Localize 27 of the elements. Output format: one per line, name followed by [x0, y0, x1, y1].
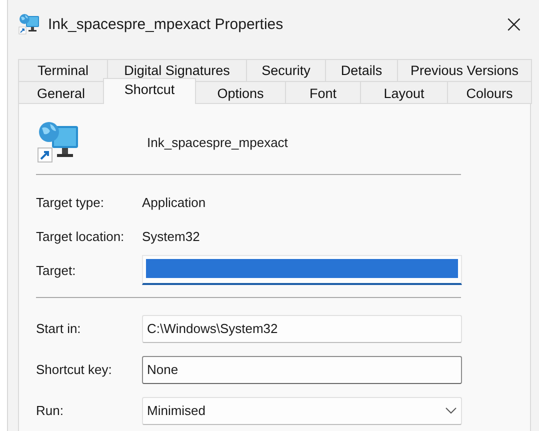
- shortcut-key-field[interactable]: None: [142, 356, 462, 384]
- field-label: Start in:: [36, 321, 82, 336]
- tab[interactable]: Layout: [360, 81, 448, 104]
- field-label: Target:: [36, 262, 77, 278]
- tab[interactable]: Colours: [447, 81, 532, 104]
- target-field[interactable]: [142, 255, 462, 285]
- field-value: System32: [142, 228, 200, 244]
- close-button[interactable]: ×: [500, 10, 528, 38]
- chevron-down-icon: [445, 406, 457, 414]
- tab[interactable]: General: [18, 81, 104, 104]
- input-field[interactable]: C:\Windows\System32: [142, 314, 462, 342]
- window-title: Ink_spacespre_mpexact Properties: [48, 16, 284, 32]
- shortcut-name: Ink_spacespre_mpexact: [147, 134, 288, 150]
- tab[interactable]: Shortcut: [103, 78, 196, 104]
- tab[interactable]: Terminal: [18, 59, 108, 81]
- field-label: Run:: [36, 403, 64, 418]
- run-dropdown[interactable]: Minimised: [142, 396, 462, 424]
- tab[interactable]: Security: [246, 59, 326, 81]
- tab[interactable]: Options: [195, 81, 286, 104]
- field-label: Shortcut key:: [36, 362, 113, 377]
- field-label: Target type:: [36, 194, 105, 210]
- tab[interactable]: Previous Versions: [397, 59, 532, 81]
- field-value: Application: [142, 194, 206, 210]
- tab[interactable]: Digital Signatures: [107, 59, 247, 81]
- computer-shortcut-icon: [18, 13, 40, 35]
- field-label: Target location:: [36, 228, 126, 244]
- computer-shortcut-icon: [36, 120, 80, 164]
